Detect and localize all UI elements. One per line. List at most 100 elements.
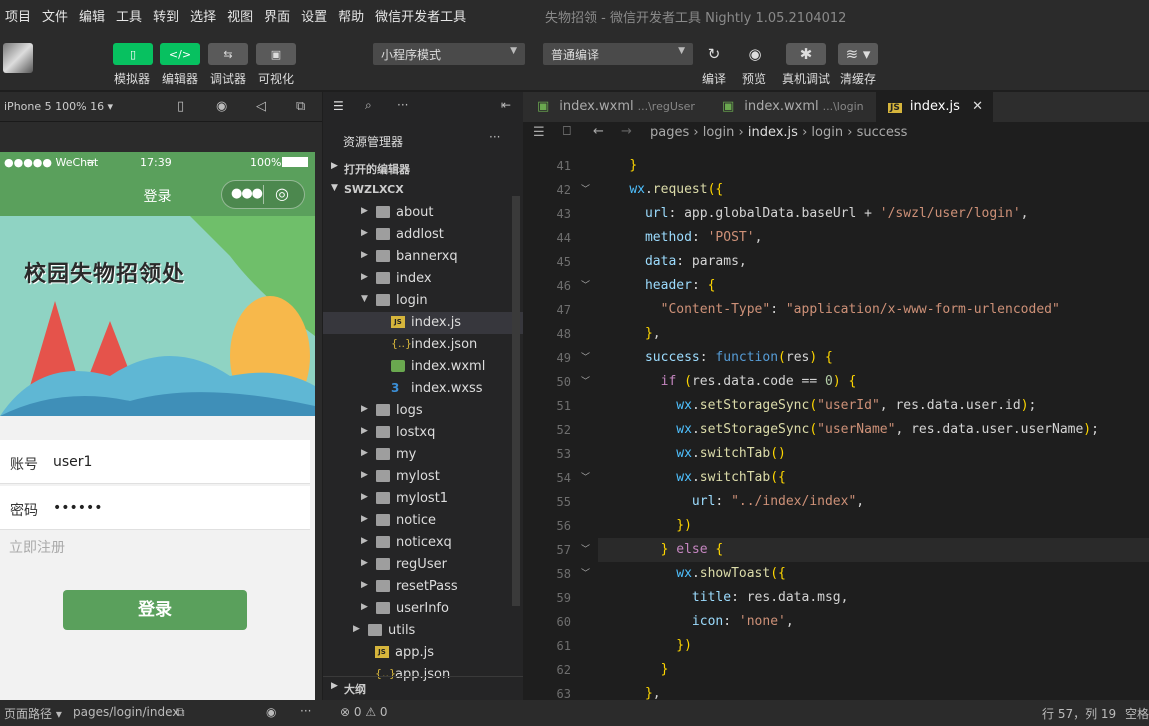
file-item[interactable]: 3 index.wxss bbox=[323, 378, 523, 400]
code-line: url: app.globalData.baseUrl + '/swzl/use… bbox=[644, 206, 1029, 221]
search-icon[interactable]: ⌕ bbox=[365, 98, 372, 113]
chevron-down-icon[interactable]: ﹀ bbox=[581, 350, 590, 363]
breadcrumb-item[interactable]: pages bbox=[650, 125, 689, 140]
login-button[interactable]: 登录 bbox=[63, 590, 247, 630]
menu-item[interactable]: 帮助 bbox=[333, 6, 370, 25]
page-path-select[interactable]: 页面路径 ▾ bbox=[4, 705, 62, 722]
menu-item[interactable]: 转到 bbox=[148, 6, 185, 25]
eye-icon[interactable]: ◉ bbox=[266, 705, 276, 719]
menu-item[interactable]: 项目 bbox=[0, 6, 37, 25]
bookmark-icon[interactable]: ⎕ bbox=[563, 124, 571, 139]
folder-item[interactable]: ▶ lostxq bbox=[323, 422, 523, 444]
editor-toggle-button[interactable]: </> bbox=[160, 43, 200, 65]
indent-setting[interactable]: 空格 bbox=[1125, 705, 1149, 722]
folder-item[interactable]: ▶ my bbox=[323, 444, 523, 466]
menu-item[interactable]: 界面 bbox=[259, 6, 296, 25]
code-line: } bbox=[629, 158, 638, 173]
bug-icon: ✱ bbox=[799, 45, 813, 63]
mode-select[interactable]: 小程序模式 ▼ bbox=[373, 43, 525, 65]
explorer-scrollbar[interactable] bbox=[512, 196, 520, 606]
folder-item[interactable]: ▶ bannerxq bbox=[323, 246, 523, 268]
folder-item[interactable]: ▶ mylost bbox=[323, 466, 523, 488]
folder-item[interactable]: ▶ addlost bbox=[323, 224, 523, 246]
register-link[interactable]: 立即注册 bbox=[9, 537, 65, 557]
breadcrumb-item[interactable]: success bbox=[857, 125, 908, 140]
compile-button[interactable]: ↻ bbox=[700, 43, 728, 65]
editor-tab[interactable]: JS index.js ✕ bbox=[876, 92, 993, 122]
list-icon[interactable]: ☰ bbox=[533, 125, 545, 140]
problems-count[interactable]: ⊗ 0 ⚠ 0 bbox=[340, 705, 388, 719]
window-icon[interactable]: ⧉ bbox=[296, 99, 305, 114]
folder-icon bbox=[376, 448, 390, 460]
more-icon[interactable]: ··· bbox=[300, 704, 311, 718]
simulator-toggle-button[interactable]: ▯ bbox=[113, 43, 153, 65]
breadcrumb-item[interactable]: login bbox=[703, 125, 735, 140]
menu-item[interactable]: 编辑 bbox=[74, 6, 111, 25]
more-icon[interactable]: ··· bbox=[397, 98, 408, 112]
clear-cache-button[interactable]: ≋ ▾ bbox=[838, 43, 878, 65]
debugger-toggle-button[interactable]: ⇆ bbox=[208, 43, 248, 65]
folder-item[interactable]: ▼ login bbox=[323, 290, 523, 312]
cursor-position[interactable]: 行 57，列 19 bbox=[1042, 705, 1116, 722]
menu-item[interactable]: 选择 bbox=[185, 6, 222, 25]
folder-item[interactable]: ▶ userInfo bbox=[323, 598, 523, 620]
menu-item[interactable]: 设置 bbox=[296, 6, 333, 25]
close-icon[interactable]: ✕ bbox=[972, 99, 983, 114]
chevron-down-icon[interactable]: ﹀ bbox=[581, 566, 590, 579]
chevron-down-icon[interactable]: ﹀ bbox=[581, 278, 590, 291]
forward-arrow-icon[interactable]: → bbox=[621, 124, 632, 139]
remote-debug-button[interactable]: ✱ bbox=[786, 43, 826, 65]
more-dots-icon[interactable]: ●●● bbox=[231, 186, 263, 201]
menu-item[interactable]: 工具 bbox=[111, 6, 148, 25]
outline-section[interactable]: ▶ 大纲 bbox=[323, 676, 523, 698]
volume-icon[interactable]: ◁ bbox=[256, 99, 266, 114]
chevron-down-icon[interactable]: ﹀ bbox=[581, 374, 590, 387]
code-editor[interactable]: } wx.request({ url: app.globalData.baseU… bbox=[598, 144, 1149, 700]
visual-toggle-button[interactable]: ▣ bbox=[256, 43, 296, 65]
files-icon[interactable]: ☰ bbox=[333, 99, 344, 113]
folder-item[interactable]: ▶ notice bbox=[323, 510, 523, 532]
file-item[interactable]: index.wxml bbox=[323, 356, 523, 378]
folder-item[interactable]: ▶ about bbox=[323, 202, 523, 224]
password-input[interactable]: •••••• bbox=[53, 500, 103, 516]
compile-select[interactable]: 普通编译 ▼ bbox=[543, 43, 693, 65]
file-item[interactable]: JS index.js bbox=[323, 312, 523, 334]
editor-tab[interactable]: ▣ index.wxml ...\login bbox=[708, 92, 876, 122]
open-editors-section[interactable]: ▶ 打开的编辑器 bbox=[323, 157, 523, 179]
js-file-icon: JS bbox=[375, 646, 389, 658]
project-section[interactable]: ▼ SWZLXCX bbox=[323, 179, 523, 201]
folder-item[interactable]: ▶ regUser bbox=[323, 554, 523, 576]
chevron-down-icon[interactable]: ﹀ bbox=[581, 182, 590, 195]
breadcrumb-item[interactable]: login bbox=[811, 125, 843, 140]
tab-title: index.wxml bbox=[559, 99, 634, 114]
close-circle-icon[interactable]: ◎ bbox=[275, 184, 289, 203]
editor-tab[interactable]: ▣ index.wxml ...\regUser bbox=[523, 92, 708, 122]
menu-item[interactable]: 文件 bbox=[37, 6, 74, 25]
breadcrumb-item[interactable]: index.js bbox=[748, 125, 798, 140]
menu-item[interactable]: 视图 bbox=[222, 6, 259, 25]
file-item[interactable]: {..} index.json bbox=[323, 334, 523, 356]
folder-item[interactable]: ▶ mylost1 bbox=[323, 488, 523, 510]
folder-item[interactable]: ▶ utils bbox=[323, 620, 523, 642]
back-arrow-icon[interactable]: ← bbox=[593, 124, 604, 139]
more-icon[interactable]: ··· bbox=[489, 130, 500, 144]
preview-button[interactable]: ◉ bbox=[741, 43, 769, 65]
chevron-down-icon[interactable]: ﹀ bbox=[581, 542, 590, 555]
copy-icon[interactable]: ⧉ bbox=[176, 705, 185, 720]
chevron-right-icon: ▶ bbox=[361, 206, 368, 216]
record-icon[interactable]: ◉ bbox=[216, 99, 227, 114]
phone-icon[interactable]: ▯ bbox=[177, 99, 184, 114]
folder-item[interactable]: ▶ noticexq bbox=[323, 532, 523, 554]
collapse-panel-icon[interactable]: ⇤ bbox=[501, 98, 511, 112]
folder-item[interactable]: ▶ resetPass bbox=[323, 576, 523, 598]
capsule-menu[interactable]: ●●● ◎ bbox=[221, 180, 305, 209]
code-line: }, bbox=[644, 686, 661, 700]
file-item[interactable]: JS app.js bbox=[323, 642, 523, 664]
chevron-down-icon[interactable]: ﹀ bbox=[581, 470, 590, 483]
device-select[interactable]: iPhone 5 100% 16 ▾ bbox=[4, 100, 113, 113]
folder-item[interactable]: ▶ logs bbox=[323, 400, 523, 422]
avatar[interactable] bbox=[3, 43, 33, 73]
menu-item[interactable]: 微信开发者工具 bbox=[370, 6, 472, 25]
folder-item[interactable]: ▶ index bbox=[323, 268, 523, 290]
account-input[interactable]: user1 bbox=[53, 454, 92, 470]
